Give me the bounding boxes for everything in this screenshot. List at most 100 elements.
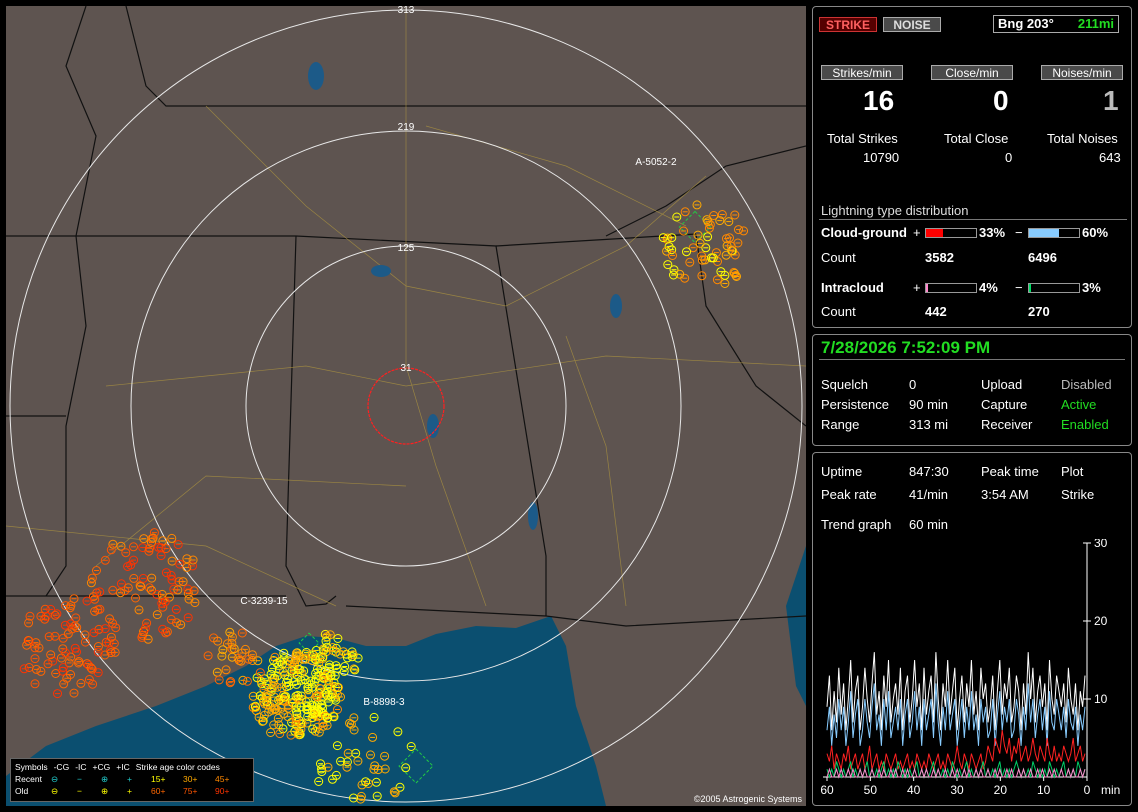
ring-label-125: 125	[398, 243, 415, 254]
cg-negative-pct: 60%	[1082, 225, 1109, 240]
uptime-label: Uptime	[821, 464, 863, 479]
squelch-label: Squelch	[821, 377, 868, 392]
trend-graph-value[interactable]: 60 min	[909, 517, 948, 532]
legend-recent-ncg-icon: ⊖	[51, 774, 59, 784]
legend-old-label: Old	[15, 786, 29, 796]
y-tick-label: 20	[1094, 614, 1108, 628]
legend-type-pic: +IC	[116, 762, 130, 772]
ic-minus-sign: −	[1015, 280, 1023, 295]
storm-label-c: C-3239-15	[240, 596, 288, 607]
strikes-per-min-value: 16	[863, 85, 895, 116]
ic-positive-count: 442	[925, 304, 947, 319]
copyright: ©2005 Astrogenic Systems	[693, 794, 802, 804]
x-tick-label: 40	[907, 783, 921, 797]
legend-old-pcg-icon: ⊕	[101, 786, 109, 796]
storm-label-b: B-8898-3	[363, 697, 405, 708]
ic-negative-pct: 3%	[1082, 280, 1101, 295]
legend-recent-age-15: 15+	[151, 774, 166, 784]
total-strikes-value: 10790	[863, 150, 900, 165]
ring-label-31: 31	[400, 363, 412, 374]
settings-panel: 7/28/2026 7:52:09 PM Squelch 0 Upload Di…	[812, 334, 1132, 446]
plot-value[interactable]: Strike	[1061, 487, 1094, 502]
cg-minus-sign: −	[1015, 225, 1023, 240]
ring-label-219: 219	[398, 122, 415, 133]
range-value[interactable]: 313 mi	[909, 417, 948, 432]
x-tick-label: 0	[1084, 783, 1091, 797]
legend-old-nic-icon: −	[77, 786, 82, 796]
noises-per-min-button[interactable]: Noises/min	[1041, 65, 1123, 80]
ring-label-313: 313	[398, 6, 415, 16]
x-tick-label: 60	[820, 783, 834, 797]
close-per-min-button[interactable]: Close/min	[931, 65, 1013, 80]
legend-recent-age-45: 45+	[215, 774, 230, 784]
strikes-per-min-button[interactable]: Strikes/min	[821, 65, 903, 80]
divider	[819, 359, 1125, 360]
stats-panel: STRIKE NOISE Bng 203° 211mi Strikes/min …	[812, 6, 1132, 328]
y-tick-label: 30	[1094, 539, 1108, 550]
total-close-label: Total Close	[944, 131, 1009, 146]
divider	[819, 219, 1127, 220]
cg-negative-bar	[1028, 228, 1080, 238]
squelch-value[interactable]: 0	[909, 377, 916, 392]
ic-count-label: Count	[821, 304, 856, 319]
capture-value[interactable]: Active	[1061, 397, 1096, 412]
trend-graph-label: Trend graph	[821, 517, 892, 532]
bearing-box: Bng 203° 211mi	[993, 15, 1119, 33]
persistence-label: Persistence	[821, 397, 889, 412]
persistence-value[interactable]: 90 min	[909, 397, 948, 412]
strike-button[interactable]: STRIKE	[819, 17, 877, 32]
trend-panel: Uptime 847:30 Peak time Plot Peak rate 4…	[812, 452, 1132, 806]
receiver-value[interactable]: Enabled	[1061, 417, 1109, 432]
map-legend: Symbols -CG -IC +CG +IC Strike age color…	[10, 758, 254, 802]
legend-old-age-60: 60+	[151, 786, 166, 796]
legend-age-title: Strike age color codes	[135, 762, 220, 772]
total-noises-label: Total Noises	[1047, 131, 1118, 146]
cg-plus-sign: +	[913, 225, 921, 240]
legend-recent-nic-icon: −	[77, 774, 82, 784]
x-axis-label: min	[1101, 783, 1120, 797]
trend-graph: 30 20 10 60 50 40 30 20 10 0 min	[820, 539, 1120, 797]
upload-label: Upload	[981, 377, 1023, 392]
atlantic-coast-water	[786, 546, 806, 706]
close-per-min-value: 0	[993, 85, 1009, 116]
storm-label-a: A-5052-2	[635, 157, 677, 168]
x-tick-label: 20	[994, 783, 1008, 797]
peak-time-value: 3:54 AM	[981, 487, 1029, 502]
roads	[6, 6, 806, 607]
peak-time-label: Peak time	[981, 464, 1039, 479]
total-strikes-label: Total Strikes	[827, 131, 898, 146]
intracloud-label: Intracloud	[821, 280, 884, 295]
noise-button[interactable]: NOISE	[883, 17, 941, 32]
total-close-value: 0	[1005, 150, 1013, 165]
legend-old-age-90: 90+	[215, 786, 230, 796]
legend-type-nic: -IC	[75, 762, 87, 772]
peak-rate-label: Peak rate	[821, 487, 877, 502]
noises-per-min-value: 1	[1103, 85, 1119, 116]
y-tick-label: 10	[1094, 692, 1108, 706]
uptime-value: 847:30	[909, 464, 949, 479]
upload-value[interactable]: Disabled	[1061, 377, 1112, 392]
distance-value: 211mi	[1077, 16, 1114, 31]
legend-type-pcg: +CG	[92, 762, 111, 772]
map-canvas: 31 125 219 313 A-5052-2 C-3239-15 B-8898…	[6, 6, 806, 806]
x-tick-label: 30	[950, 783, 964, 797]
cg-negative-count: 6496	[1028, 250, 1057, 265]
legend-recent-age-30: 30+	[183, 774, 198, 784]
cg-positive-pct: 33%	[979, 225, 1006, 240]
peak-rate-value: 41/min	[909, 487, 949, 502]
ic-negative-bar	[1028, 283, 1080, 293]
clock-datetime: 7/28/2026 7:52:09 PM	[821, 338, 991, 357]
legend-old-age-75: 75+	[183, 786, 198, 796]
cg-count-label: Count	[821, 250, 856, 265]
legend-old-pic-icon: +	[127, 786, 132, 796]
legend-symbols-label: Symbols	[15, 762, 48, 772]
cloud-ground-label: Cloud-ground	[821, 225, 907, 240]
capture-label: Capture	[981, 397, 1028, 412]
bearing-value: Bng 203°	[998, 16, 1054, 31]
distribution-title: Lightning type distribution	[821, 203, 969, 218]
legend-type-ncg: -CG	[53, 762, 70, 772]
x-tick-label: 50	[864, 783, 878, 797]
strike-map[interactable]: 31 125 219 313 A-5052-2 C-3239-15 B-8898…	[6, 6, 806, 806]
range-label: Range	[821, 417, 860, 432]
total-noises-value: 643	[1099, 150, 1121, 165]
